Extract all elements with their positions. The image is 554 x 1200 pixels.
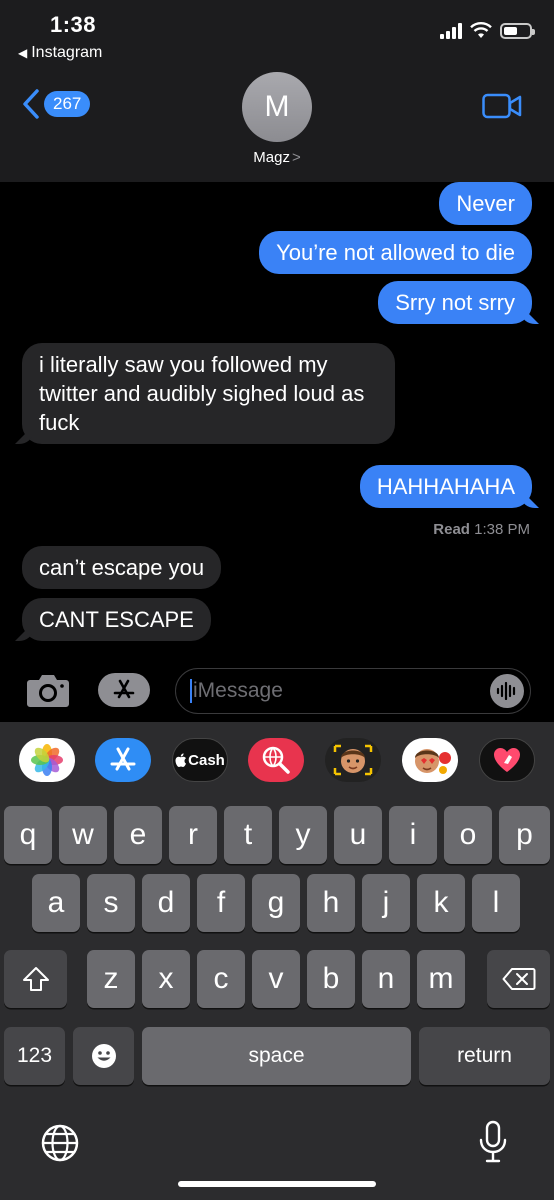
memoji-app-button[interactable]	[325, 738, 381, 782]
app-store-a-icon	[110, 747, 136, 771]
dictation-button[interactable]	[478, 1120, 508, 1169]
back-button[interactable]: 267	[22, 88, 91, 120]
key-d[interactable]: d	[142, 874, 190, 932]
read-receipt: Read 1:38 PM	[433, 521, 530, 538]
app-store-icon	[113, 679, 135, 699]
key-i[interactable]: i	[389, 806, 437, 864]
read-time: 1:38 PM	[474, 521, 530, 538]
key-o[interactable]: o	[444, 806, 492, 864]
home-indicator[interactable]	[178, 1181, 376, 1187]
video-camera-icon	[482, 93, 522, 119]
memoji-sticker-icon	[415, 749, 451, 774]
message-bubble-sent[interactable]: HAHHAHAHA	[359, 465, 532, 508]
emoji-face-icon	[91, 1044, 116, 1068]
key-p[interactable]: p	[499, 806, 550, 864]
key-c[interactable]: c	[197, 950, 245, 1008]
wifi-icon	[470, 22, 492, 38]
emoji-key[interactable]	[73, 1027, 134, 1085]
key-u[interactable]: u	[334, 806, 382, 864]
key-e[interactable]: e	[114, 806, 162, 864]
back-triangle-icon: ◀	[18, 46, 28, 60]
cellular-signal-icon	[440, 22, 462, 39]
key-l[interactable]: l	[472, 874, 520, 932]
compose-bar	[0, 660, 554, 722]
imessage-app-drawer: Cash	[0, 722, 554, 800]
audio-message-button[interactable]	[490, 674, 524, 708]
contact-name-button[interactable]: Magz >	[0, 149, 554, 166]
unread-count-badge: 267	[44, 91, 91, 117]
camera-icon	[27, 675, 69, 707]
camera-button[interactable]	[26, 672, 70, 713]
keyboard-switch-button[interactable]	[40, 1123, 80, 1168]
key-g[interactable]: g	[252, 874, 300, 932]
globe-icon	[41, 1124, 79, 1162]
back-to-app-link[interactable]: ◀ Instagram	[18, 44, 102, 62]
key-q[interactable]: q	[4, 806, 52, 864]
read-label: Read	[433, 521, 470, 538]
key-j[interactable]: j	[362, 874, 410, 932]
digital-touch-app-button[interactable]	[479, 738, 535, 782]
shift-key[interactable]	[4, 950, 67, 1008]
key-f[interactable]: f	[197, 874, 245, 932]
contact-name: Magz	[253, 149, 290, 166]
globe-search-icon	[262, 746, 290, 774]
message-thread[interactable]: Never You’re not allowed to die Srry not…	[0, 182, 554, 660]
key-m[interactable]: m	[417, 950, 465, 1008]
memoji-face-icon	[333, 744, 373, 776]
apple-logo-icon	[175, 752, 187, 767]
software-keyboard: q w e r t y u i o p a s d f g h j k l z …	[0, 800, 554, 1200]
app-store-toggle-button[interactable]	[98, 673, 150, 707]
imessage-input[interactable]	[193, 679, 463, 703]
shift-arrow-icon	[22, 967, 49, 991]
apple-cash-app-button[interactable]: Cash	[172, 738, 228, 782]
apple-cash-label: Cash	[188, 751, 225, 769]
battery-icon	[500, 22, 535, 39]
waveform-icon	[496, 682, 516, 700]
facetime-video-button[interactable]	[482, 93, 522, 124]
image-search-app-button[interactable]	[248, 738, 304, 782]
message-bubble-received[interactable]: i literally saw you followed my twitter …	[22, 343, 395, 444]
photos-app-button[interactable]	[19, 738, 75, 782]
delete-key[interactable]	[487, 950, 550, 1008]
photos-icon	[31, 744, 63, 776]
key-t[interactable]: t	[224, 806, 272, 864]
numbers-key[interactable]: 123	[4, 1027, 65, 1085]
message-bubble-sent[interactable]: Srry not srry	[378, 281, 532, 324]
key-n[interactable]: n	[362, 950, 410, 1008]
memoji-stickers-app-button[interactable]	[402, 738, 458, 782]
space-key[interactable]: space	[142, 1027, 411, 1085]
chevron-right-icon: >	[291, 149, 301, 166]
status-icons	[440, 22, 535, 39]
key-k[interactable]: k	[417, 874, 465, 932]
key-b[interactable]: b	[307, 950, 355, 1008]
status-time: 1:38	[50, 12, 97, 37]
contact-avatar[interactable]: M	[242, 72, 312, 142]
back-app-label: Instagram	[31, 44, 103, 61]
key-w[interactable]: w	[59, 806, 107, 864]
message-bubble-received[interactable]: CANT ESCAPE	[22, 598, 211, 641]
key-z[interactable]: z	[87, 950, 135, 1008]
key-h[interactable]: h	[307, 874, 355, 932]
key-s[interactable]: s	[87, 874, 135, 932]
imessage-field[interactable]	[175, 668, 531, 714]
microphone-icon	[479, 1120, 507, 1163]
message-bubble-received[interactable]: can’t escape you	[22, 546, 222, 589]
return-key[interactable]: return	[419, 1027, 550, 1085]
key-v[interactable]: v	[252, 950, 300, 1008]
key-y[interactable]: y	[279, 806, 327, 864]
key-a[interactable]: a	[32, 874, 80, 932]
backspace-icon	[502, 968, 535, 990]
text-caret	[190, 679, 192, 703]
app-store-app-button[interactable]	[95, 738, 151, 782]
heart-hand-icon	[494, 748, 520, 772]
message-bubble-sent[interactable]: You’re not allowed to die	[259, 231, 532, 274]
message-bubble-sent[interactable]: Never	[439, 182, 532, 225]
key-r[interactable]: r	[169, 806, 217, 864]
conversation-header: 1:38 ◀ Instagram 267 M Magz >	[0, 0, 554, 182]
chevron-left-icon	[23, 89, 39, 119]
key-x[interactable]: x	[142, 950, 190, 1008]
